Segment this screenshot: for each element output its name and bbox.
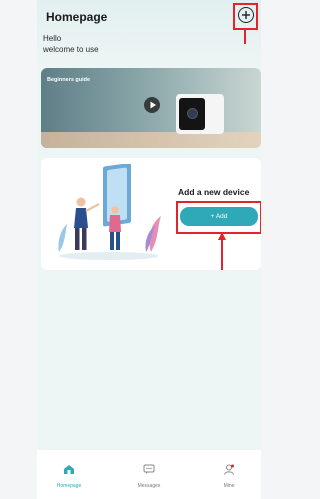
app-screen: Homepage Hello welcome to use Beginners … [37, 0, 261, 499]
message-icon [143, 464, 155, 474]
highlight-box-add [176, 201, 261, 234]
camera-image [176, 94, 224, 134]
banner-label: Beginners guide [47, 77, 91, 83]
camera-lens [187, 108, 198, 119]
highlight-line-plus [244, 30, 246, 44]
tab-messages[interactable]: Messages [119, 462, 179, 489]
beginners-guide-banner[interactable]: Beginners guide [41, 68, 261, 148]
greeting-hello: Hello [43, 34, 62, 43]
banner-shelf [41, 132, 261, 148]
tab-mine[interactable]: Mine [199, 462, 259, 489]
bottom-tab-bar: Homepage Messages Mine [37, 450, 261, 499]
highlight-arrow-up-icon [218, 232, 226, 270]
tab-homepage[interactable]: Homepage [39, 462, 99, 489]
add-device-illustration [58, 164, 161, 260]
add-device-heading: Add a new device [178, 187, 250, 197]
user-icon [224, 464, 234, 475]
header: Homepage Hello welcome to use [37, 0, 261, 64]
tab-label-mine: Mine [223, 483, 235, 489]
greeting-welcome: welcome to use [43, 45, 99, 54]
highlight-box-plus [233, 3, 258, 30]
page-title: Homepage [46, 10, 108, 24]
home-icon [64, 465, 74, 474]
tab-label-messages: Messages [137, 483, 161, 489]
play-icon[interactable] [144, 97, 160, 113]
add-device-card: Add a new device + Add [41, 158, 261, 270]
camera-face [179, 98, 205, 130]
tab-label-homepage: Homepage [56, 483, 82, 489]
